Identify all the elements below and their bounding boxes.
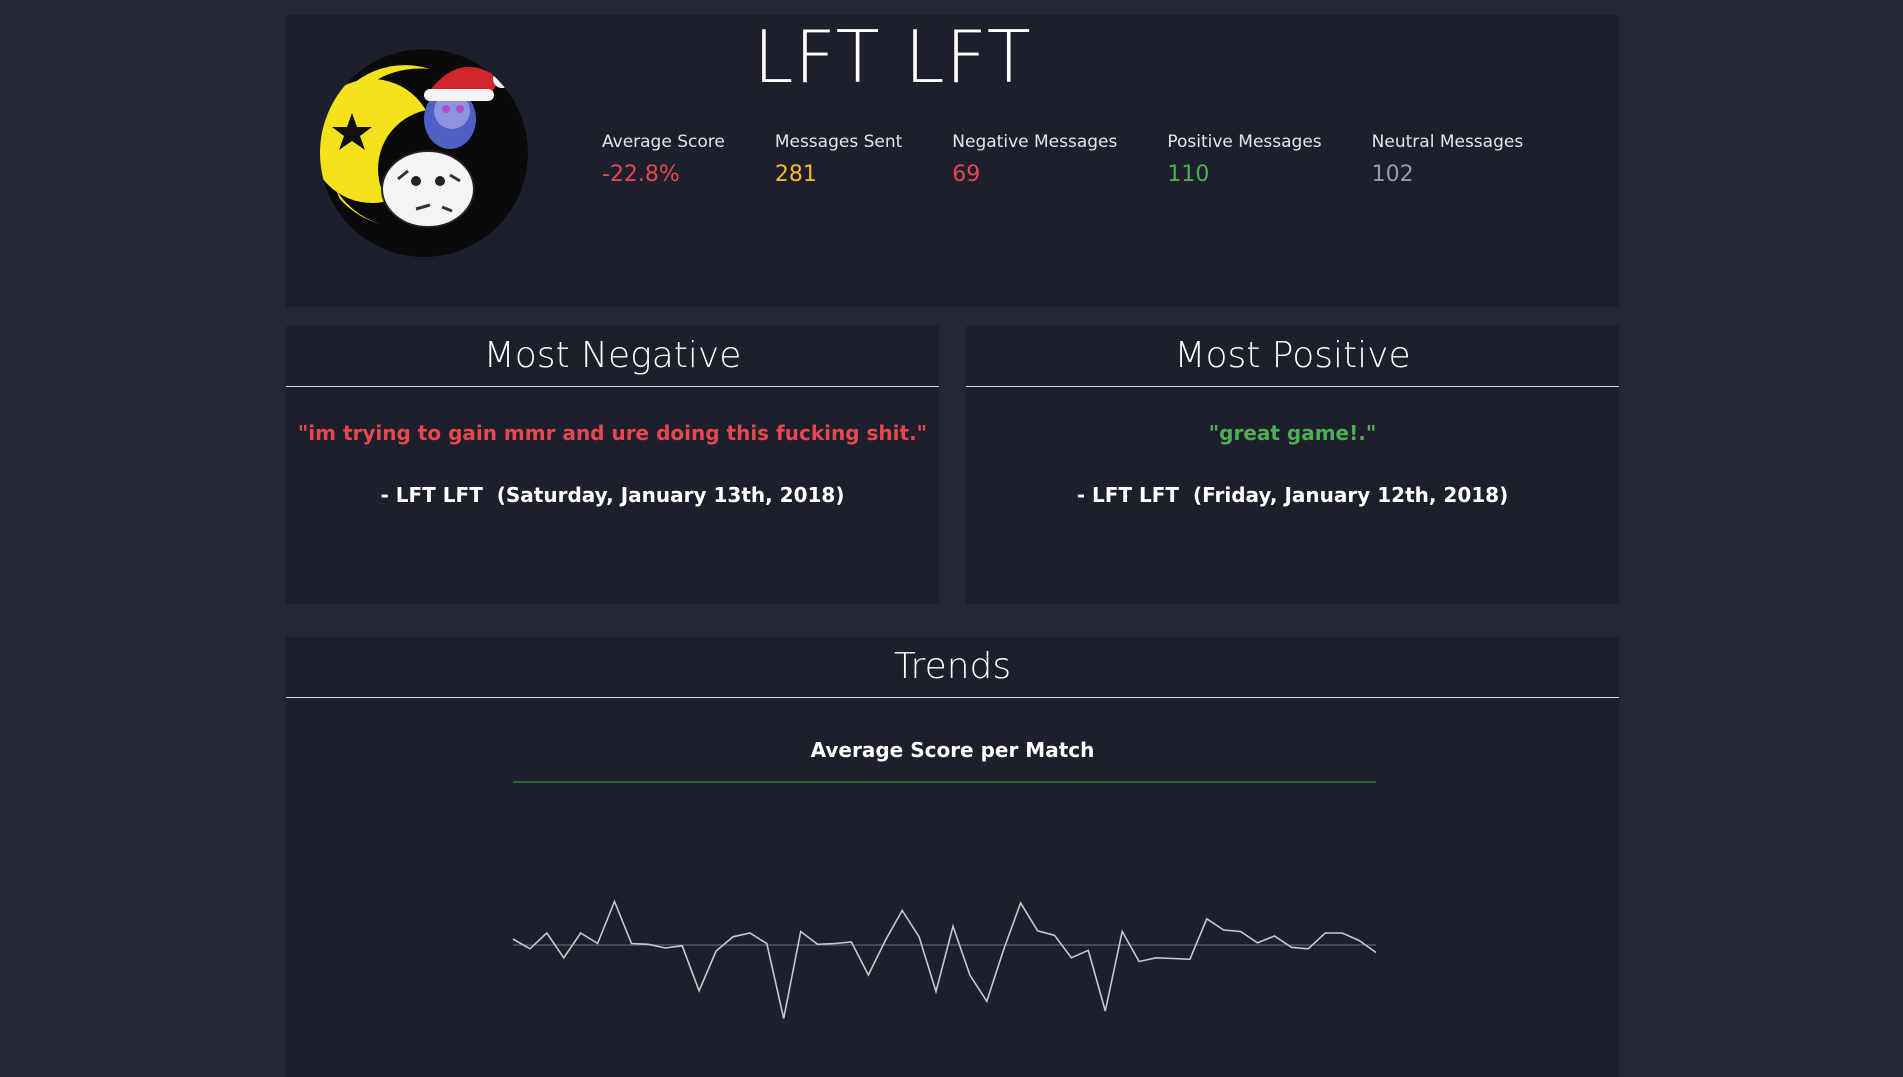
most-negative-card: Most Negative "im trying to gain mmr and… <box>286 326 939 604</box>
stat-label: Neutral Messages <box>1371 132 1524 152</box>
stat-neutral-messages: Neutral Messages 102 <box>1372 132 1524 187</box>
stat-label: Positive Messages <box>1167 132 1322 152</box>
stat-value: 281 <box>774 162 817 187</box>
stat-value: 102 <box>1371 162 1414 187</box>
most-positive-quote: "great game!." <box>1208 421 1377 445</box>
player-avatar <box>320 49 528 257</box>
stat-label: Negative Messages <box>952 132 1118 152</box>
average-score-chart <box>512 781 1377 1019</box>
most-positive-title: Most Positive <box>966 326 1619 387</box>
stat-messages-sent: Messages Sent 281 <box>775 132 902 187</box>
stat-positive-messages: Positive Messages 110 <box>1167 132 1321 187</box>
most-negative-quote: "im trying to gain mmr and ure doing thi… <box>297 421 928 445</box>
avatar-image <box>320 49 528 257</box>
trends-card: Trends Average Score per Match <box>286 637 1619 1077</box>
most-positive-author: - LFT LFT (Friday, January 12th, 2018) <box>1076 483 1509 507</box>
stat-negative-messages: Negative Messages 69 <box>952 132 1117 187</box>
most-negative-author: - LFT LFT (Saturday, January 13th, 2018) <box>380 483 845 507</box>
player-header-card: LFT LFT Average Score -22.8% Messages Se… <box>286 15 1619 307</box>
page: LFT LFT Average Score -22.8% Messages Se… <box>0 0 1903 1077</box>
chart-series-line <box>512 899 1377 1019</box>
stats-row: Average Score -22.8% Messages Sent 281 N… <box>602 132 1573 187</box>
stat-average-score: Average Score -22.8% <box>602 132 725 187</box>
stat-label: Messages Sent <box>774 132 903 152</box>
most-positive-card: Most Positive "great game!." - LFT LFT (… <box>966 326 1619 604</box>
stat-value: 110 <box>1167 162 1210 187</box>
most-negative-title: Most Negative <box>286 326 939 387</box>
stat-value: -22.8% <box>602 162 680 187</box>
stat-value: 69 <box>952 162 981 187</box>
stat-label: Average Score <box>602 132 725 152</box>
